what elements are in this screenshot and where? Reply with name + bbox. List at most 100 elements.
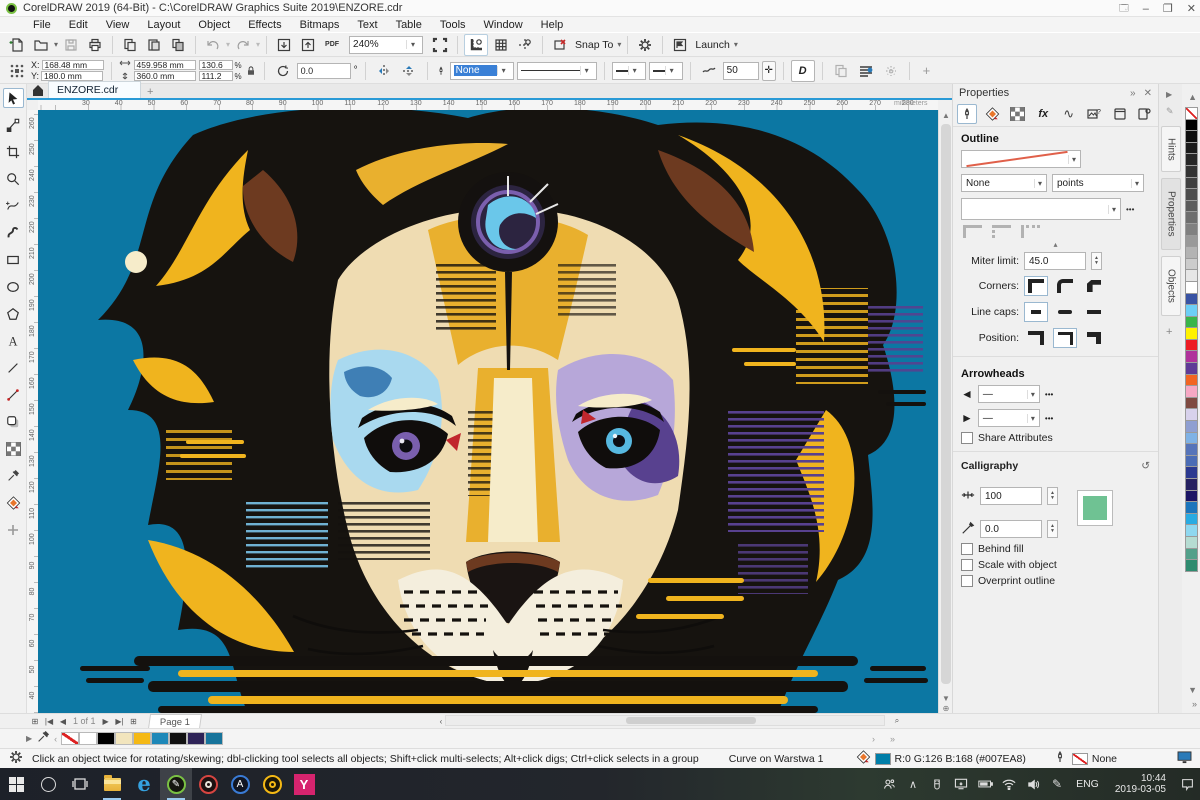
fullscreen-preview-icon[interactable] — [429, 35, 451, 55]
display-icon[interactable] — [952, 778, 970, 790]
corner-bevel-button[interactable] — [1082, 276, 1106, 296]
import-icon[interactable] — [273, 35, 295, 55]
scroll-up-icon[interactable]: ▲ — [939, 111, 953, 120]
horizontal-scroll-thumb[interactable] — [626, 717, 756, 724]
menu-layout[interactable]: Layout — [138, 19, 189, 31]
wrap-stepper[interactable]: ✛ — [761, 60, 776, 81]
hidden-icons-chevron[interactable]: ∧ — [904, 778, 922, 791]
docker-expand-icon[interactable]: ▶ — [1166, 90, 1172, 99]
launch-label[interactable]: Launch — [693, 39, 731, 51]
arrow-end-combo[interactable]: ▾ — [648, 61, 683, 80]
lock-ratio-icon[interactable] — [245, 61, 257, 81]
scale-y-field[interactable]: 111.2 — [198, 71, 233, 81]
last-page-icon[interactable]: ▶| — [113, 717, 127, 726]
coreldraw-app-icon[interactable]: ✎ — [160, 768, 192, 800]
outline-width-combo[interactable]: None ▾ — [449, 61, 514, 80]
outline-pen-icon[interactable] — [957, 104, 977, 124]
doc-color-swatch[interactable] — [169, 732, 188, 745]
curve-icon[interactable]: ∿ — [1059, 104, 1078, 124]
taskbar-clock[interactable]: 10:44 2019-03-05 — [1109, 773, 1172, 795]
menu-table[interactable]: Table — [387, 19, 431, 31]
cap-round-button[interactable] — [1053, 302, 1077, 322]
doc-color-swatch[interactable] — [97, 732, 116, 745]
menu-effects[interactable]: Effects — [239, 19, 290, 31]
palette-eyedropper-icon[interactable] — [36, 730, 50, 747]
export-icon[interactable] — [297, 35, 319, 55]
effects-fx-icon[interactable]: fx — [1034, 104, 1053, 124]
first-page-icon[interactable]: |◀ — [42, 717, 56, 726]
behind-fill-checkbox[interactable] — [961, 543, 973, 555]
new-document-icon[interactable] — [6, 35, 28, 55]
page-tab[interactable]: Page 1 — [147, 713, 202, 729]
snap-off-icon[interactable] — [549, 35, 571, 55]
capture-window-icon[interactable]: 🗔 — [1119, 1, 1129, 17]
home-tab-icon[interactable] — [28, 82, 48, 98]
color-swatch[interactable] — [1184, 559, 1198, 572]
doc-color-swatch[interactable] — [133, 732, 152, 745]
palette-up-icon[interactable]: ▲ — [1188, 92, 1197, 102]
dimension-tool[interactable] — [3, 385, 24, 405]
scroll-down-icon[interactable]: ▼ — [939, 694, 953, 703]
display-status-icon[interactable] — [1177, 750, 1192, 767]
redo-icon[interactable] — [232, 35, 254, 55]
outline-dash-combo[interactable]: ▾ — [961, 198, 1121, 220]
arrowhead-start-more[interactable]: ••• — [1045, 390, 1053, 399]
vertical-scroll-thumb[interactable] — [941, 124, 951, 684]
arrowhead-start-combo[interactable]: — ▾ — [977, 385, 1040, 403]
position-centered-button[interactable] — [1053, 328, 1077, 348]
corner-miter-button[interactable] — [1024, 276, 1048, 296]
outline-style-preview-combo[interactable]: ▾ — [961, 150, 1081, 168]
snap-to-dropdown[interactable]: ▾ — [617, 40, 621, 49]
palette-down-icon[interactable]: ▼ — [1188, 685, 1197, 695]
usb-icon[interactable] — [928, 778, 946, 791]
prev-page-icon[interactable]: ◀ — [56, 717, 70, 726]
drop-shadow-tool[interactable] — [3, 412, 24, 432]
object-height-field[interactable]: 360.0 mm — [133, 71, 196, 81]
panel-collapse-icon[interactable]: » — [1130, 88, 1136, 99]
menu-edit[interactable]: Edit — [60, 19, 97, 31]
zoom-magnifier-icon[interactable]: ⌕ — [890, 716, 904, 726]
stretch-field[interactable]: 100 — [980, 487, 1042, 505]
menu-help[interactable]: Help — [532, 19, 573, 31]
edge-icon[interactable]: e — [128, 768, 160, 800]
crop-tool[interactable] — [3, 142, 24, 162]
text-align-icon[interactable] — [855, 61, 877, 81]
stretch-spinner[interactable]: ▲ ▼ — [1047, 487, 1058, 505]
arrowhead-end-combo[interactable]: — ▾ — [977, 409, 1040, 427]
doc-color-swatch[interactable] — [187, 732, 206, 745]
outline-units-combo[interactable]: points ▾ — [1052, 174, 1144, 192]
open-dropdown[interactable]: ▾ — [54, 40, 58, 49]
shape-tool[interactable] — [3, 115, 24, 135]
rotation-angle-field[interactable]: 0.0 — [296, 62, 351, 79]
menu-text[interactable]: Text — [348, 19, 386, 31]
close-curve-icon[interactable]: D — [790, 59, 815, 82]
arrow-start-combo[interactable]: ▾ — [611, 61, 646, 80]
doc-color-swatch[interactable] — [115, 732, 134, 745]
rectangle-tool[interactable] — [3, 250, 24, 270]
nib-angle-field[interactable]: 0.0 — [980, 520, 1042, 538]
doc-color-swatch[interactable] — [205, 732, 224, 745]
frame-icon[interactable] — [1110, 104, 1130, 124]
palette-scroll-right-icon[interactable]: › — [872, 734, 875, 744]
palette-flyout-icon[interactable]: ▶ — [26, 734, 32, 743]
show-grid-icon[interactable] — [490, 35, 512, 55]
miter-limit-spinner[interactable]: ▲ ▼ — [1091, 252, 1102, 270]
people-icon[interactable] — [880, 778, 898, 791]
menu-view[interactable]: View — [97, 19, 139, 31]
zoom-tool[interactable] — [3, 169, 24, 189]
fill-icon[interactable] — [983, 104, 1002, 124]
x-position-field[interactable]: 168.48 mm — [41, 60, 104, 70]
scale-x-field[interactable]: 130.6 — [198, 60, 233, 70]
pdf-icon[interactable]: PDF — [321, 35, 343, 55]
mirror-vertical-icon[interactable] — [398, 61, 420, 81]
overprint-outline-checkbox[interactable] — [961, 575, 973, 587]
file-explorer-icon[interactable] — [96, 768, 128, 800]
freehand-tool[interactable] — [3, 196, 24, 216]
document-tab[interactable]: ENZORE.cdr — [48, 81, 142, 98]
arrowhead-end-more[interactable]: ••• — [1045, 414, 1053, 423]
drawing-canvas[interactable] — [38, 110, 938, 713]
bitmap-icon[interactable]: ? — [1084, 104, 1103, 124]
show-guidelines-icon[interactable] — [514, 35, 536, 55]
language-indicator[interactable]: ENG — [1072, 778, 1103, 790]
tab-hints[interactable]: Hints — [1161, 126, 1181, 172]
